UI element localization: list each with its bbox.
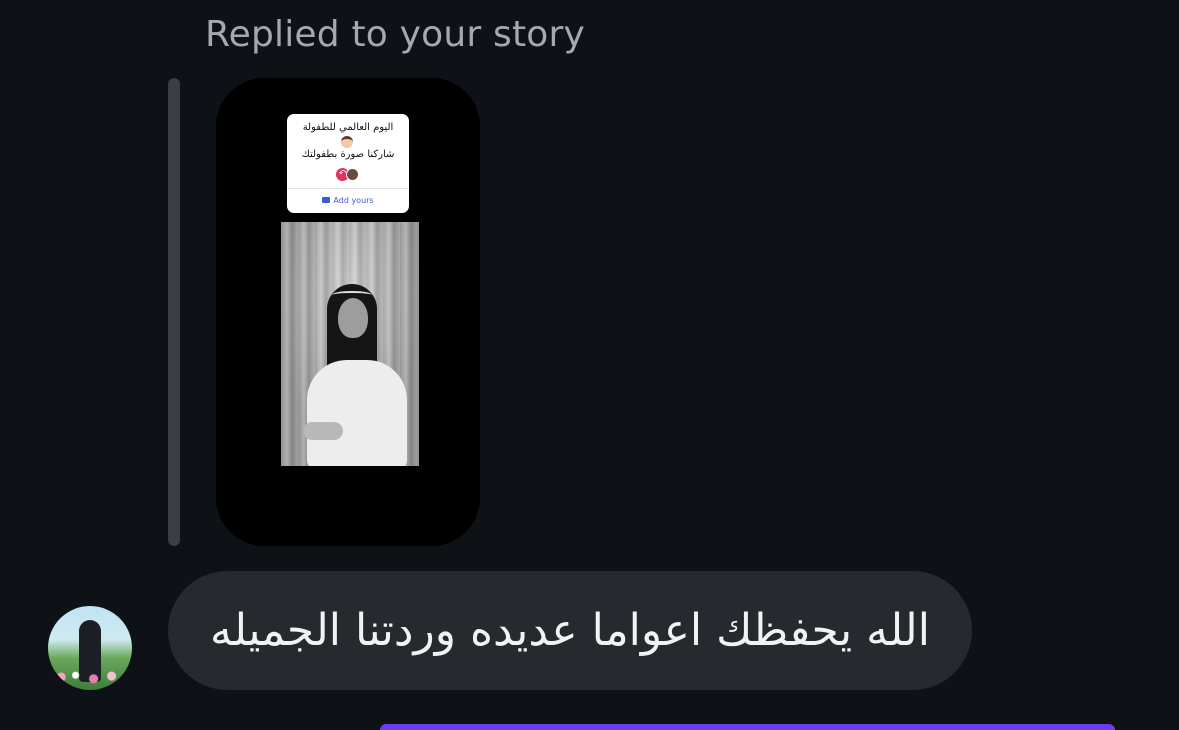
add-yours-sticker[interactable]: اليوم العالمي للطفولة شاركنا صورة بطفولت… — [287, 114, 409, 213]
message-bubble[interactable]: الله يحفظك اعواما عديده وردتنا الجميله — [168, 571, 972, 690]
child-emoji-icon — [341, 136, 353, 148]
sticker-title: اليوم العالمي للطفولة — [302, 122, 394, 133]
story-thumbnail[interactable]: اليوم العالمي للطفولة شاركنا صورة بطفولت… — [216, 78, 480, 546]
camera-icon — [322, 196, 331, 203]
sticker-divider — [287, 188, 409, 189]
participant-avatar-icon — [346, 168, 359, 181]
sticker-participant-avatars: ↶ — [336, 168, 362, 182]
sender-avatar[interactable] — [48, 606, 132, 690]
next-message-edge — [380, 724, 1115, 730]
reply-quote-bar — [168, 78, 180, 546]
story-photo — [281, 222, 419, 466]
sticker-prompt: شاركنا صورة بطفولتك — [301, 149, 395, 160]
message-text: الله يحفظك اعواما عديده وردتنا الجميله — [210, 605, 930, 656]
add-yours-label: Add yours — [333, 196, 374, 205]
replied-to-story-label: Replied to your story — [205, 14, 586, 55]
add-yours-button[interactable]: Add yours — [287, 196, 409, 205]
